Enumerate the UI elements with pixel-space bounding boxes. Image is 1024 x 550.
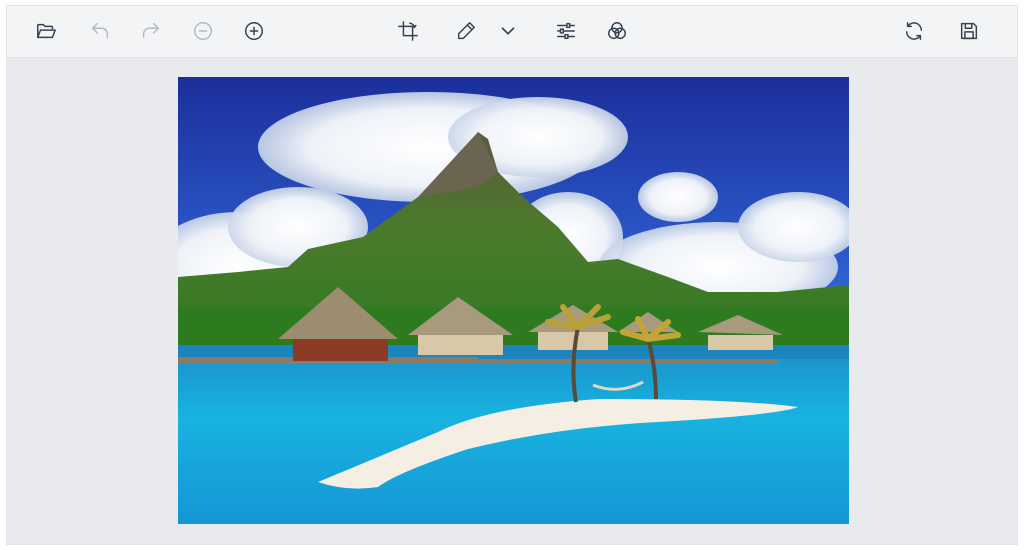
zoom-out-icon bbox=[194, 22, 212, 40]
draw-dropdown-button[interactable] bbox=[493, 16, 523, 46]
edited-photo[interactable] bbox=[178, 77, 849, 524]
image-editor bbox=[6, 5, 1018, 545]
canvas-area bbox=[7, 58, 1017, 544]
reset-button[interactable] bbox=[899, 16, 929, 46]
chevron-down-icon bbox=[501, 27, 515, 35]
zoom-in-icon bbox=[245, 22, 263, 40]
refresh-icon bbox=[905, 22, 923, 40]
filter-button[interactable] bbox=[602, 16, 632, 46]
tropical-island-image bbox=[178, 77, 849, 524]
save-button[interactable] bbox=[954, 16, 984, 46]
open-button[interactable] bbox=[31, 16, 61, 46]
undo-icon bbox=[91, 22, 109, 39]
toolbar bbox=[7, 6, 1017, 58]
pencil-icon bbox=[457, 22, 475, 40]
crop-rotate-button[interactable] bbox=[393, 16, 423, 46]
redo-icon bbox=[142, 22, 160, 39]
undo-button[interactable] bbox=[85, 16, 115, 46]
filter-circles-icon bbox=[608, 22, 626, 40]
crop-rotate-icon bbox=[398, 21, 418, 41]
adjust-button[interactable] bbox=[551, 16, 581, 46]
save-icon bbox=[960, 22, 978, 40]
sliders-icon bbox=[557, 22, 575, 40]
zoom-out-button[interactable] bbox=[188, 16, 218, 46]
zoom-in-button[interactable] bbox=[239, 16, 269, 46]
folder-open-icon bbox=[37, 23, 56, 39]
redo-button[interactable] bbox=[136, 16, 166, 46]
draw-button[interactable] bbox=[451, 16, 481, 46]
